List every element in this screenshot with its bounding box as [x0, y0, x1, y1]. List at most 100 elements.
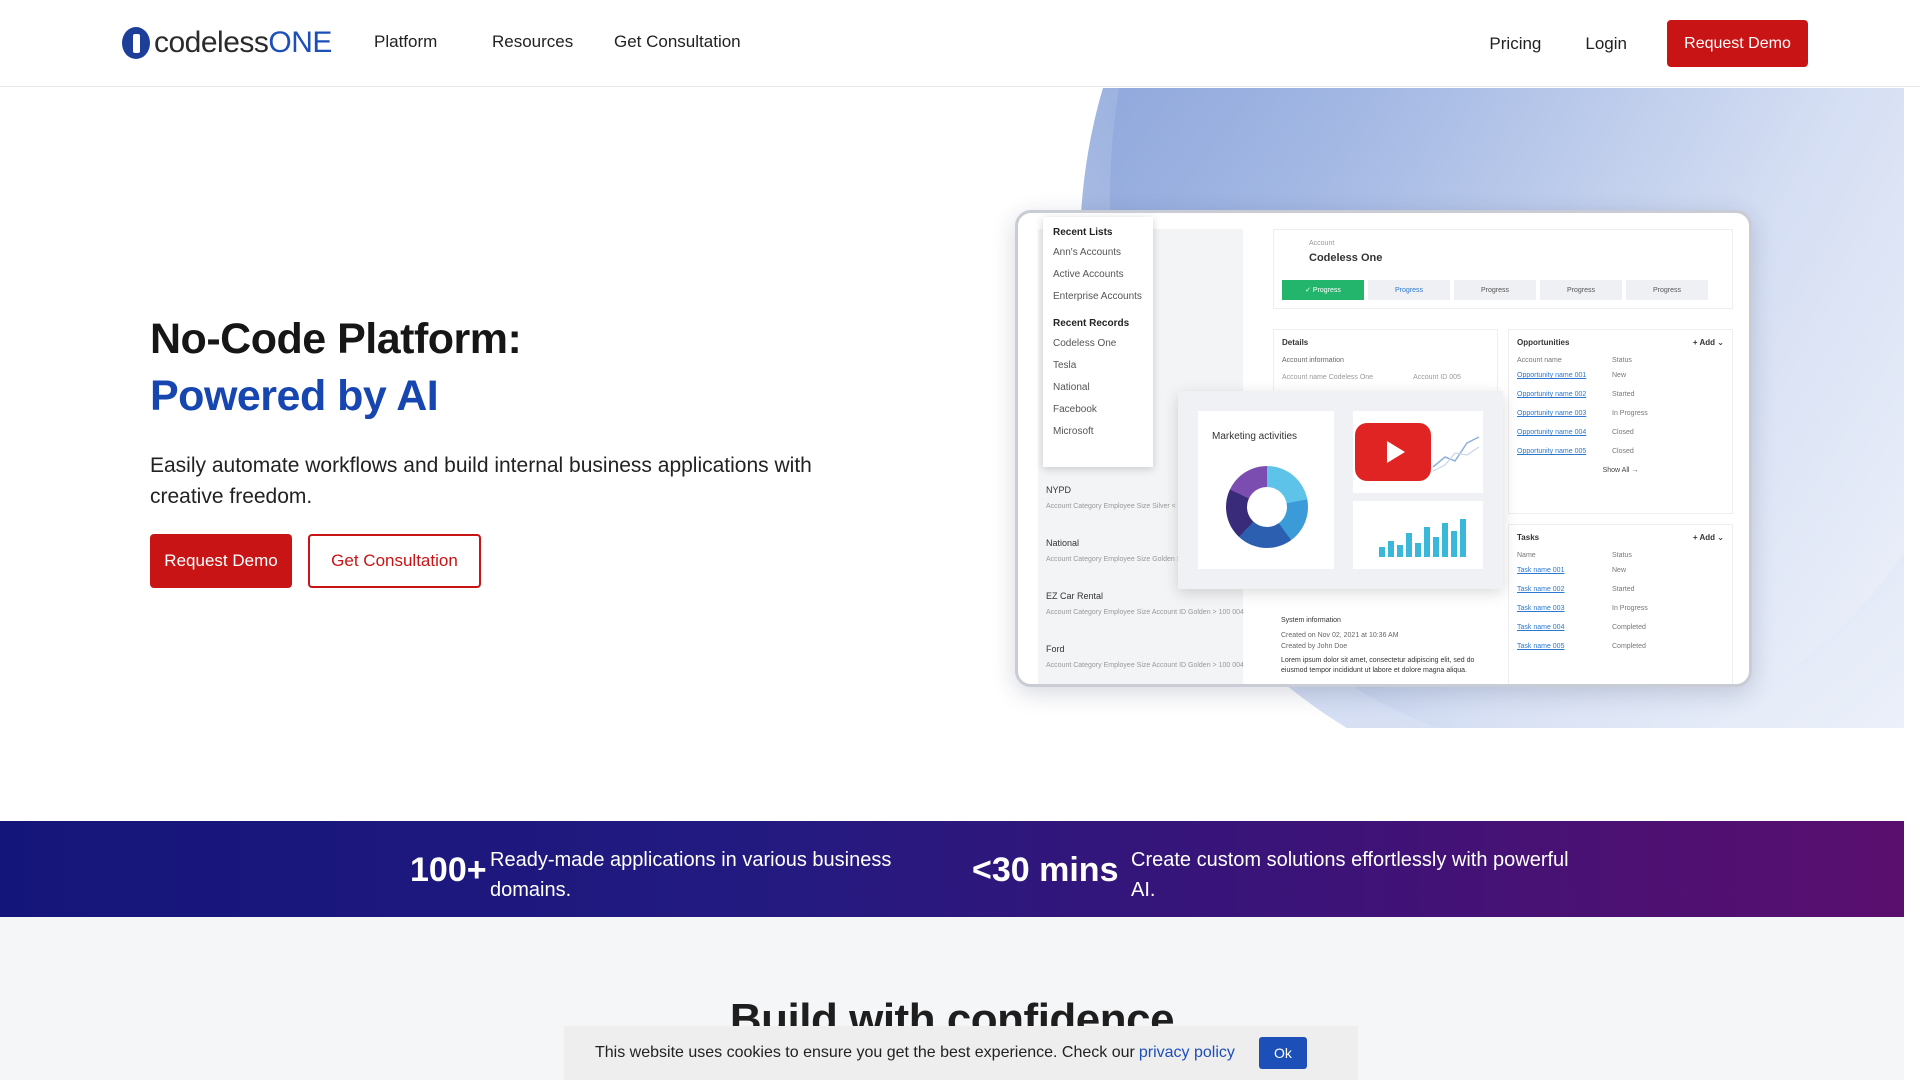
mock-bar [1379, 547, 1385, 557]
mock-tasks-heading: Tasks [1517, 533, 1540, 542]
cookie-ok-button[interactable]: Ok [1258, 1037, 1307, 1069]
privacy-policy-link[interactable]: privacy policy [1139, 1044, 1235, 1062]
right-nav: Pricing Login Request Demo [1489, 20, 1808, 67]
nav-platform[interactable]: Platform [374, 32, 492, 52]
logo[interactable]: codelessONE [122, 26, 332, 60]
mock-task-name: Task name 001 [1517, 567, 1565, 574]
mock-widgets-overlay: Marketing activities [1178, 391, 1503, 589]
mock-record-item: National [1053, 382, 1090, 393]
mock-add-button: + Add ⌄ [1692, 338, 1724, 347]
nav-pricing[interactable]: Pricing [1489, 34, 1541, 54]
mock-account-row: Ford Account Category Employee Size Acco… [1046, 644, 1256, 684]
mock-account-row-meta: Account Category Employee Size Account I… [1046, 662, 1244, 669]
mock-task-status: Completed [1612, 643, 1646, 650]
line-chart-icon [1432, 436, 1480, 472]
stat-text: Create custom solutions effortlessly wit… [1131, 849, 1569, 901]
mock-bar [1433, 537, 1439, 557]
mock-list-item: Active Accounts [1053, 269, 1124, 280]
hero-request-demo-button[interactable]: Request Demo [150, 534, 292, 588]
mock-account-row-meta: Account Category Employee Size Account I… [1046, 609, 1244, 616]
mock-account-row-name: EZ Car Rental [1046, 591, 1104, 601]
mock-opportunities-columns: Account name Status [1517, 357, 1724, 364]
mock-account-row-name: Ford [1046, 644, 1065, 654]
mock-task-row: Task name 001 New [1517, 567, 1724, 574]
mock-bar [1406, 533, 1412, 557]
hero-get-consultation-button[interactable]: Get Consultation [308, 534, 481, 588]
stat-number: 100+ [410, 851, 487, 889]
logo-text: codelessONE [154, 26, 332, 60]
logo-text-part2: ONE [268, 26, 332, 59]
mock-opportunity-status: New [1612, 372, 1627, 379]
mock-col-header: Status [1612, 552, 1632, 559]
mock-opportunity-name: Opportunity name 005 [1517, 448, 1587, 455]
mock-video-widget [1353, 411, 1483, 493]
nav-login[interactable]: Login [1585, 34, 1627, 54]
page: codelessONE Platform Resources Get Consu… [0, 0, 1920, 1080]
nav-get-consultation[interactable]: Get Consultation [614, 32, 741, 52]
mock-created-on: Created on Nov 02, 2021 at 10:36 AM [1281, 632, 1399, 639]
main-nav: Platform Resources Get Consultation [374, 32, 741, 52]
mock-opportunity-row: Opportunity name 002 Started [1517, 391, 1724, 398]
mock-opportunity-row: Opportunity name 004 Closed [1517, 429, 1724, 436]
stat-text: Ready-made applications in various busin… [490, 849, 892, 901]
mock-bar [1451, 531, 1457, 557]
mock-tasks-columns: Name Status [1517, 552, 1724, 559]
site-header: codelessONE Platform Resources Get Consu… [0, 0, 1920, 87]
mock-task-status: Started [1612, 586, 1635, 593]
mock-details-sub: Account information [1282, 357, 1344, 364]
mock-details-heading: Details [1282, 338, 1309, 347]
scrollbar-track[interactable] [1904, 0, 1920, 1080]
mock-opportunity-status: Closed [1612, 448, 1634, 455]
mock-task-name: Task name 002 [1517, 586, 1565, 593]
mock-opportunity-name: Opportunity name 003 [1517, 410, 1587, 417]
mock-recent-records-heading: Recent Records [1053, 318, 1130, 329]
mock-col-header: Status [1612, 357, 1632, 364]
play-triangle-icon [1386, 441, 1405, 463]
mock-show-all: Show All → [1602, 467, 1639, 474]
mock-task-name: Task name 003 [1517, 605, 1565, 612]
mock-opportunity-status: Started [1612, 391, 1635, 398]
mock-step: Progress [1454, 280, 1536, 300]
mock-opportunity-name: Opportunity name 004 [1517, 429, 1587, 436]
mock-account-row: EZ Car Rental Account Category Employee … [1046, 591, 1256, 644]
cookie-banner: This website uses cookies to ensure you … [564, 1026, 1358, 1080]
mock-bar [1424, 527, 1430, 557]
mock-opportunity-status: Closed [1612, 429, 1634, 436]
nav-resources[interactable]: Resources [492, 32, 614, 52]
cookie-text: This website uses cookies to ensure you … [595, 1044, 1135, 1061]
mock-opportunity-row: Opportunity name 001 New [1517, 372, 1724, 379]
mock-step: Progress [1540, 280, 1622, 300]
mock-task-row: Task name 002 Started [1517, 586, 1724, 593]
mock-step: ✓ Progress [1282, 280, 1364, 300]
mock-opportunity-status: In Progress [1612, 410, 1648, 417]
mock-marketing-title: Marketing activities [1212, 431, 1298, 442]
hero-description: Easily automate workflows and build inte… [150, 454, 812, 508]
mock-task-name: Task name 005 [1517, 643, 1565, 650]
mock-opportunity-name: Opportunity name 001 [1517, 372, 1587, 379]
mock-account-header: Account Codeless One ✓ Progress Progress… [1273, 229, 1733, 309]
mock-system-info: System information Created on Nov 02, 20… [1273, 609, 1498, 684]
mock-details-field: Account name Codeless One [1282, 374, 1374, 381]
mock-opportunity-row: Opportunity name 005 Closed [1517, 448, 1724, 455]
mock-recent-lists-heading: Recent Lists [1053, 227, 1113, 238]
donut-chart-icon [1226, 466, 1308, 548]
play-video-icon[interactable] [1355, 423, 1431, 481]
mock-bar [1397, 545, 1403, 557]
mock-bar [1415, 543, 1421, 557]
mock-bar-chart [1353, 501, 1483, 569]
mock-opportunities-card: Opportunities + Add ⌄ Account name Status … [1508, 329, 1733, 514]
stat-number: <30 mins [972, 851, 1119, 889]
mock-task-row: Task name 003 In Progress [1517, 605, 1724, 612]
mock-task-row: Task name 004 Completed [1517, 624, 1724, 631]
mock-record-item: Microsoft [1053, 426, 1094, 437]
mock-created-by: Created by John Doe [1281, 643, 1348, 650]
mock-opportunities-heading: Opportunities [1517, 338, 1570, 347]
mock-details-field: Account ID 005 [1413, 374, 1461, 381]
logo-text-part1: codeless [154, 26, 269, 59]
mock-bar [1460, 519, 1466, 557]
mock-step: Progress [1626, 280, 1708, 300]
mock-record-item: Codeless One [1053, 338, 1117, 349]
mock-bar [1442, 523, 1448, 557]
mock-task-status: Completed [1612, 624, 1646, 631]
header-request-demo-button[interactable]: Request Demo [1667, 20, 1808, 67]
